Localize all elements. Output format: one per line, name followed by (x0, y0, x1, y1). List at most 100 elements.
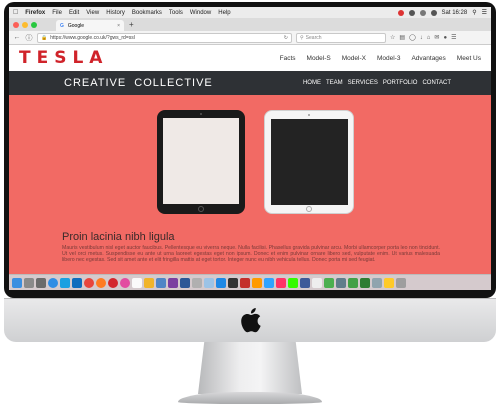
photoshop-icon[interactable] (264, 277, 274, 288)
content-paragraph: Mauris vestibulum nisl eget auctor fauci… (62, 245, 440, 264)
camera-icon[interactable] (336, 277, 346, 288)
acrobat-icon[interactable] (240, 277, 250, 288)
tesla-nav-model-x[interactable]: Model-X (342, 55, 366, 62)
preview-icon[interactable] (204, 277, 214, 288)
tab-title: Google (67, 22, 85, 29)
pocket-icon[interactable]: ◯ (409, 34, 416, 41)
address-url: https://www.google.co.uk/?gws_rd=ssl (50, 34, 135, 41)
hamburger-menu-icon[interactable]: ☰ (451, 34, 456, 41)
menu-help[interactable]: Help (218, 10, 230, 16)
tesla-nav-meet-us[interactable]: Meet Us (457, 55, 481, 62)
tesla-nav-model-s[interactable]: Model-S (307, 55, 331, 62)
menu-edit[interactable]: Edit (69, 10, 79, 16)
tab-close-icon[interactable]: × (117, 23, 120, 29)
back-arrow-icon[interactable]: ← (13, 34, 21, 41)
search-field[interactable]: ⚲ Search (296, 32, 386, 43)
apple-menu-icon[interactable]:  (13, 9, 18, 16)
nav-home[interactable]: HOME (303, 80, 321, 86)
site-nav: HOME TEAM SERVICES PORTFOLIO CONTACT (303, 80, 451, 86)
tablet-home-button (306, 206, 312, 212)
tesla-nav-advantages[interactable]: Advantages (411, 55, 445, 62)
maps-icon[interactable] (324, 277, 334, 288)
chat-icon[interactable]: ✉ (434, 34, 439, 41)
safari-icon[interactable] (48, 277, 58, 288)
trash-icon[interactable] (396, 277, 406, 288)
update-icon[interactable] (360, 277, 370, 288)
spotlight-search-icon[interactable]: ⚲ (472, 9, 476, 16)
window-minimize-button[interactable] (22, 21, 28, 28)
chrome-icon[interactable] (84, 277, 94, 288)
notes-icon[interactable] (384, 277, 394, 288)
status-battery-icon[interactable] (430, 9, 437, 16)
reload-icon[interactable]: ↻ (284, 35, 288, 41)
launchpad-icon[interactable] (24, 277, 34, 288)
menu-history[interactable]: History (106, 10, 125, 16)
browser-toolbar: ← ⓘ 🔒 https://www.google.co.uk/?gws_rd=s… (9, 31, 491, 45)
opera-icon[interactable] (108, 277, 118, 288)
browser-tab-bar: G Google × + (9, 18, 491, 31)
nav-portfolio[interactable]: PORTFOLIO (383, 80, 418, 86)
info-icon[interactable]: ⓘ (25, 33, 33, 43)
nav-team[interactable]: TEAM (326, 80, 343, 86)
textedit-icon[interactable] (312, 277, 322, 288)
search-placeholder: Search (305, 34, 322, 41)
dreamweaver-icon[interactable] (288, 277, 298, 288)
apple-logo-icon (241, 308, 261, 333)
menubar-clock[interactable]: Sat 16:28 (442, 10, 468, 16)
bookmark-star-icon[interactable]: ☆ (390, 34, 395, 41)
menubar-status-area: Sat 16:28 ⚲ ☰ (397, 9, 487, 16)
money-icon[interactable] (348, 277, 358, 288)
onenote-icon[interactable] (168, 277, 178, 288)
address-bar[interactable]: 🔒 https://www.google.co.uk/?gws_rd=ssl ↻ (37, 32, 292, 43)
nav-services[interactable]: SERVICES (348, 80, 378, 86)
menu-file[interactable]: File (52, 10, 62, 16)
mac-dock (9, 274, 491, 290)
tesla-logo[interactable]: TESLA (19, 48, 108, 68)
edge-icon[interactable] (72, 277, 82, 288)
tesla-nav-facts[interactable]: Facts (280, 55, 296, 62)
status-app-icon[interactable] (397, 9, 404, 16)
home-icon[interactable]: ⌂ (427, 35, 431, 41)
terminal-icon[interactable] (228, 277, 238, 288)
folder-icon[interactable] (192, 277, 202, 288)
reading-list-icon[interactable]: ▤ (399, 34, 405, 41)
settings-icon[interactable] (36, 277, 46, 288)
archive-icon[interactable] (372, 277, 382, 288)
black-tablet-image (157, 110, 245, 214)
photos-icon[interactable] (144, 277, 154, 288)
tesla-nav: Facts Model-S Model-X Model-3 Advantages… (280, 55, 481, 62)
finder-icon[interactable] (12, 277, 22, 288)
menu-view[interactable]: View (86, 10, 99, 16)
site-title[interactable]: CREATIVE COLLECTIVE (64, 77, 213, 89)
browser-tab-google[interactable]: G Google × (56, 20, 124, 31)
firefox-icon[interactable] (96, 277, 106, 288)
menu-app-name[interactable]: Firefox (25, 10, 45, 16)
word-icon[interactable] (180, 277, 190, 288)
new-tab-button[interactable]: + (129, 20, 134, 29)
menu-window[interactable]: Window (190, 10, 211, 16)
monitor-stand-neck (198, 342, 302, 394)
status-cloud-icon[interactable] (408, 9, 415, 16)
illustrator-icon[interactable] (252, 277, 262, 288)
itunes-icon[interactable] (120, 277, 130, 288)
app-icon[interactable] (300, 277, 310, 288)
tesla-header: TESLA Facts Model-S Model-X Model-3 Adva… (9, 45, 491, 71)
menu-tools[interactable]: Tools (169, 10, 183, 16)
mail-icon[interactable] (156, 277, 166, 288)
calendar-icon[interactable] (132, 277, 142, 288)
content-heading: Proin lacinia nibh ligula (62, 231, 175, 243)
window-close-button[interactable] (13, 21, 19, 28)
download-icon[interactable]: ↓ (420, 35, 423, 41)
tesla-nav-model-3[interactable]: Model-3 (377, 55, 400, 62)
extension-icon[interactable]: ● (443, 35, 447, 41)
indesign-icon[interactable] (276, 277, 286, 288)
menu-bookmarks[interactable]: Bookmarks (132, 10, 162, 16)
notification-center-icon[interactable]: ☰ (482, 9, 487, 16)
window-zoom-button[interactable] (31, 21, 37, 28)
quicktime-icon[interactable] (216, 277, 226, 288)
tablet-home-button (198, 206, 204, 212)
skype-icon[interactable] (60, 277, 70, 288)
status-wifi-icon[interactable] (419, 9, 426, 16)
nav-contact[interactable]: CONTACT (422, 80, 451, 86)
monitor-stand-base (178, 392, 322, 404)
